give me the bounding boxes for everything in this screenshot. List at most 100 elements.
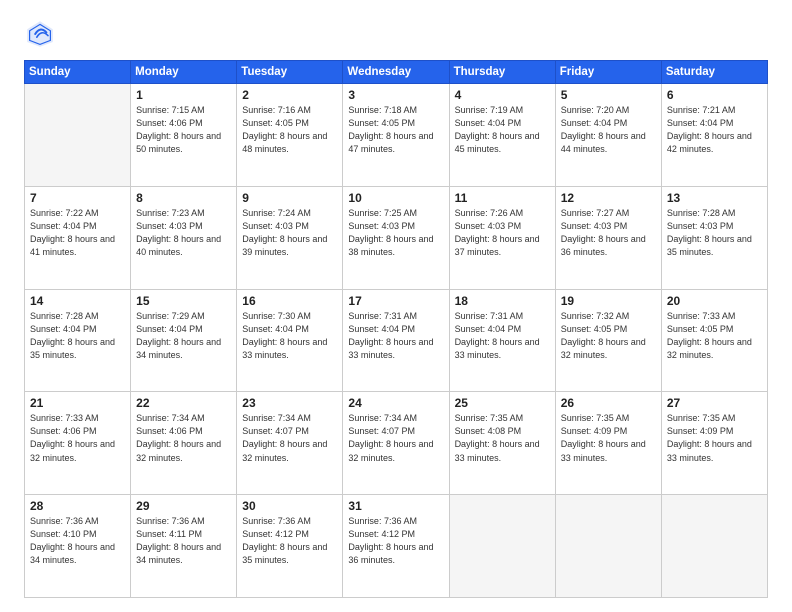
day-info: Sunrise: 7:33 AM Sunset: 4:06 PM Dayligh… (30, 412, 125, 464)
day-info: Sunrise: 7:28 AM Sunset: 4:03 PM Dayligh… (667, 207, 762, 259)
calendar-table: SundayMondayTuesdayWednesdayThursdayFrid… (24, 60, 768, 598)
day-number: 5 (561, 88, 656, 102)
calendar-cell: 15 Sunrise: 7:29 AM Sunset: 4:04 PM Dayli… (131, 289, 237, 392)
calendar-cell: 12 Sunrise: 7:27 AM Sunset: 4:03 PM Dayli… (555, 186, 661, 289)
day-number: 2 (242, 88, 337, 102)
day-info: Sunrise: 7:36 AM Sunset: 4:12 PM Dayligh… (348, 515, 443, 567)
calendar-cell: 29Sunrise: 7:36 AM Sunset: 4:11 PM Dayli… (131, 495, 237, 598)
calendar-header-wednesday: Wednesday (343, 61, 449, 84)
day-number: 10 (348, 191, 443, 205)
day-number: 31 (348, 499, 443, 513)
calendar-header-row: SundayMondayTuesdayWednesdayThursdayFrid… (25, 61, 768, 84)
logo-icon (24, 18, 56, 50)
day-number: 30 (242, 499, 337, 513)
day-info: Sunrise: 7:35 AM Sunset: 4:09 PM Dayligh… (561, 412, 656, 464)
calendar-cell (555, 495, 661, 598)
day-number: 15 (136, 294, 231, 308)
day-info: Sunrise: 7:32 AM Sunset: 4:05 PM Dayligh… (561, 310, 656, 362)
calendar-cell: 30 Sunrise: 7:36 AM Sunset: 4:12 PM Dayli… (237, 495, 343, 598)
calendar-cell: 5Sunrise: 7:20 AM Sunset: 4:04 PM Daylig… (555, 84, 661, 187)
day-info: Sunrise: 7:26 AM Sunset: 4:03 PM Dayligh… (455, 207, 550, 259)
day-number: 27 (667, 396, 762, 410)
header (24, 18, 768, 50)
day-info: Sunrise: 7:28 AM Sunset: 4:04 PM Dayligh… (30, 310, 125, 362)
calendar-cell: 20 Sunrise: 7:33 AM Sunset: 4:05 PM Dayli… (661, 289, 767, 392)
logo (24, 18, 62, 50)
day-info: Sunrise: 7:18 AM Sunset: 4:05 PM Dayligh… (348, 104, 443, 156)
day-info: Sunrise: 7:23 AM Sunset: 4:03 PM Dayligh… (136, 207, 231, 259)
day-info: Sunrise: 7:31 AM Sunset: 4:04 PM Dayligh… (455, 310, 550, 362)
day-info: Sunrise: 7:30 AM Sunset: 4:04 PM Dayligh… (242, 310, 337, 362)
calendar-header-tuesday: Tuesday (237, 61, 343, 84)
calendar-cell: 16 Sunrise: 7:30 AM Sunset: 4:04 PM Dayli… (237, 289, 343, 392)
calendar-cell: 25Sunrise: 7:35 AM Sunset: 4:08 PM Dayli… (449, 392, 555, 495)
calendar-cell: 14 Sunrise: 7:28 AM Sunset: 4:04 PM Dayli… (25, 289, 131, 392)
day-info: Sunrise: 7:33 AM Sunset: 4:05 PM Dayligh… (667, 310, 762, 362)
calendar-cell: 23 Sunrise: 7:34 AM Sunset: 4:07 PM Dayli… (237, 392, 343, 495)
day-number: 26 (561, 396, 656, 410)
day-info: Sunrise: 7:36 AM Sunset: 4:11 PM Dayligh… (136, 515, 231, 567)
day-info: Sunrise: 7:27 AM Sunset: 4:03 PM Dayligh… (561, 207, 656, 259)
day-info: Sunrise: 7:24 AM Sunset: 4:03 PM Dayligh… (242, 207, 337, 259)
calendar-cell: 11Sunrise: 7:26 AM Sunset: 4:03 PM Dayli… (449, 186, 555, 289)
calendar-cell: 27 Sunrise: 7:35 AM Sunset: 4:09 PM Dayli… (661, 392, 767, 495)
day-number: 18 (455, 294, 550, 308)
day-number: 28 (30, 499, 125, 513)
day-info: Sunrise: 7:34 AM Sunset: 4:07 PM Dayligh… (348, 412, 443, 464)
day-number: 19 (561, 294, 656, 308)
calendar-cell: 2Sunrise: 7:16 AM Sunset: 4:05 PM Daylig… (237, 84, 343, 187)
day-number: 6 (667, 88, 762, 102)
calendar-cell: 8Sunrise: 7:23 AM Sunset: 4:03 PM Daylig… (131, 186, 237, 289)
calendar-cell (661, 495, 767, 598)
calendar-cell: 6Sunrise: 7:21 AM Sunset: 4:04 PM Daylig… (661, 84, 767, 187)
calendar-header-saturday: Saturday (661, 61, 767, 84)
calendar-cell: 13 Sunrise: 7:28 AM Sunset: 4:03 PM Dayli… (661, 186, 767, 289)
calendar-cell: 3 Sunrise: 7:18 AM Sunset: 4:05 PM Daylig… (343, 84, 449, 187)
calendar-cell (449, 495, 555, 598)
day-info: Sunrise: 7:19 AM Sunset: 4:04 PM Dayligh… (455, 104, 550, 156)
calendar-cell: 28 Sunrise: 7:36 AM Sunset: 4:10 PM Dayli… (25, 495, 131, 598)
day-info: Sunrise: 7:34 AM Sunset: 4:06 PM Dayligh… (136, 412, 231, 464)
day-number: 13 (667, 191, 762, 205)
day-info: Sunrise: 7:31 AM Sunset: 4:04 PM Dayligh… (348, 310, 443, 362)
calendar-cell: 26 Sunrise: 7:35 AM Sunset: 4:09 PM Dayli… (555, 392, 661, 495)
day-info: Sunrise: 7:36 AM Sunset: 4:12 PM Dayligh… (242, 515, 337, 567)
calendar-cell: 4 Sunrise: 7:19 AM Sunset: 4:04 PM Daylig… (449, 84, 555, 187)
calendar-header-thursday: Thursday (449, 61, 555, 84)
day-info: Sunrise: 7:34 AM Sunset: 4:07 PM Dayligh… (242, 412, 337, 464)
calendar-week-1: 1 Sunrise: 7:15 AM Sunset: 4:06 PM Daylig… (25, 84, 768, 187)
calendar-cell: 1 Sunrise: 7:15 AM Sunset: 4:06 PM Daylig… (131, 84, 237, 187)
day-number: 21 (30, 396, 125, 410)
day-info: Sunrise: 7:36 AM Sunset: 4:10 PM Dayligh… (30, 515, 125, 567)
calendar-cell: 10Sunrise: 7:25 AM Sunset: 4:03 PM Dayli… (343, 186, 449, 289)
calendar-header-friday: Friday (555, 61, 661, 84)
day-number: 1 (136, 88, 231, 102)
day-number: 24 (348, 396, 443, 410)
calendar-cell: 22Sunrise: 7:34 AM Sunset: 4:06 PM Dayli… (131, 392, 237, 495)
day-info: Sunrise: 7:29 AM Sunset: 4:04 PM Dayligh… (136, 310, 231, 362)
calendar-week-4: 21 Sunrise: 7:33 AM Sunset: 4:06 PM Dayli… (25, 392, 768, 495)
day-number: 14 (30, 294, 125, 308)
day-number: 4 (455, 88, 550, 102)
day-number: 12 (561, 191, 656, 205)
day-number: 20 (667, 294, 762, 308)
day-number: 23 (242, 396, 337, 410)
page: SundayMondayTuesdayWednesdayThursdayFrid… (0, 0, 792, 612)
day-info: Sunrise: 7:35 AM Sunset: 4:09 PM Dayligh… (667, 412, 762, 464)
day-number: 7 (30, 191, 125, 205)
calendar-header-monday: Monday (131, 61, 237, 84)
calendar-cell: 9Sunrise: 7:24 AM Sunset: 4:03 PM Daylig… (237, 186, 343, 289)
calendar-cell: 7 Sunrise: 7:22 AM Sunset: 4:04 PM Daylig… (25, 186, 131, 289)
day-info: Sunrise: 7:35 AM Sunset: 4:08 PM Dayligh… (455, 412, 550, 464)
day-info: Sunrise: 7:22 AM Sunset: 4:04 PM Dayligh… (30, 207, 125, 259)
calendar-cell: 24 Sunrise: 7:34 AM Sunset: 4:07 PM Dayli… (343, 392, 449, 495)
calendar-cell: 17 Sunrise: 7:31 AM Sunset: 4:04 PM Dayli… (343, 289, 449, 392)
day-number: 17 (348, 294, 443, 308)
day-number: 16 (242, 294, 337, 308)
calendar-cell: 19 Sunrise: 7:32 AM Sunset: 4:05 PM Dayli… (555, 289, 661, 392)
calendar-cell: 31 Sunrise: 7:36 AM Sunset: 4:12 PM Dayli… (343, 495, 449, 598)
day-info: Sunrise: 7:15 AM Sunset: 4:06 PM Dayligh… (136, 104, 231, 156)
calendar-cell: 21 Sunrise: 7:33 AM Sunset: 4:06 PM Dayli… (25, 392, 131, 495)
day-number: 3 (348, 88, 443, 102)
calendar-week-5: 28 Sunrise: 7:36 AM Sunset: 4:10 PM Dayli… (25, 495, 768, 598)
